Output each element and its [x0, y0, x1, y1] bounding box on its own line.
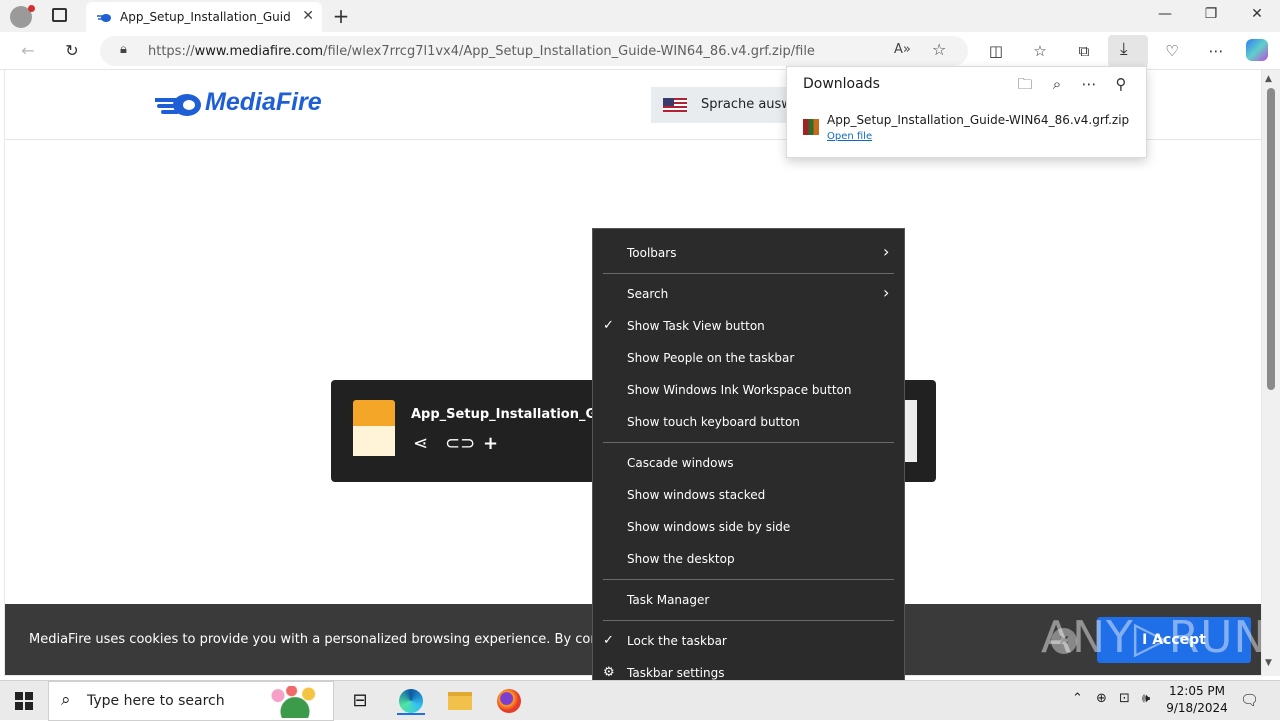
menu-item-search[interactable]: Search [627, 287, 668, 301]
more-downloads-icon[interactable]: ⋯ [1077, 73, 1101, 95]
restore-button[interactable]: ❐ [1188, 6, 1234, 22]
tab-active[interactable]: App_Setup_Installation_Guide-W ✕ [86, 2, 322, 32]
collections-icon[interactable]: ⧉ [1072, 39, 1096, 63]
clock[interactable]: 12:05 PM 9/18/2024 [1162, 683, 1232, 717]
favorite-star-icon[interactable]: ☆ [932, 40, 946, 59]
zip-file-icon [353, 400, 395, 456]
device-icon[interactable]: ⊕ [1096, 691, 1107, 706]
archive-file-icon [803, 119, 819, 135]
new-tab-button[interactable]: + [331, 4, 351, 28]
close-window-button[interactable]: ✕ [1234, 6, 1280, 22]
mediafire-logo-icon[interactable] [155, 92, 203, 118]
downloads-panel: Downloads 🗀︎ ⌕ ⋯ ⚲ App_Setup_Installatio… [786, 66, 1147, 158]
edge-app-icon[interactable] [397, 687, 425, 715]
scroll-up-icon[interactable]: ▲ [1265, 74, 1272, 84]
menu-item-ink-workspace[interactable]: Show Windows Ink Workspace button [627, 383, 851, 397]
menu-item-cascade[interactable]: Cascade windows [627, 456, 734, 470]
menu-item-task-manager[interactable]: Task Manager [627, 593, 709, 607]
split-screen-icon[interactable]: ◫ [984, 39, 1008, 63]
windows-start-icon[interactable] [15, 692, 33, 710]
menu-item-taskbar-settings[interactable]: Taskbar settings [627, 666, 724, 680]
menu-separator [603, 579, 894, 580]
tab-actions-icon[interactable] [52, 8, 67, 22]
show-hidden-icons-icon[interactable]: ⌃ [1072, 691, 1083, 706]
menu-separator [603, 620, 894, 621]
network-icon[interactable]: ⊡ [1119, 691, 1130, 706]
close-tab-icon[interactable]: ✕ [302, 8, 314, 24]
volume-icon[interactable]: 🕪︎ [1142, 691, 1150, 706]
search-placeholder: Type here to search [87, 693, 225, 709]
lock-icon[interactable]: 🔒︎ [120, 42, 127, 57]
share-icon[interactable]: ⋖ [413, 433, 428, 454]
search-highlight-image [261, 686, 329, 718]
submenu-arrow-icon: › [883, 283, 890, 302]
open-file-link[interactable]: Open file [827, 131, 872, 142]
notification-center-icon[interactable]: 🗨︎ [1240, 691, 1259, 709]
checkmark-icon: ✓ [603, 318, 614, 333]
us-flag-icon [663, 98, 687, 112]
menu-item-toolbars[interactable]: Toolbars [627, 246, 676, 260]
url-text: https://www.mediafire.com/file/wlex7rrcg… [148, 44, 815, 59]
anyrun-watermark: ANY▷RUN [1041, 612, 1262, 663]
taskbar-search-box[interactable]: ⌕ Type here to search [48, 681, 334, 721]
taskbar: ⌕ Type here to search ⊟ ⌃ ⊕ ⊡ 🕪︎ 12:05 P… [0, 680, 1280, 721]
firefox-icon[interactable] [495, 687, 523, 715]
menu-separator [603, 442, 894, 443]
taskbar-context-menu: Toolbars › Search › ✓ Show Task View but… [592, 228, 905, 698]
language-selector[interactable]: Sprache auswä [651, 87, 801, 123]
downloads-title: Downloads [803, 76, 880, 92]
menu-separator [603, 273, 894, 274]
checkmark-icon: ✓ [603, 633, 614, 648]
menu-item-show-desktop[interactable]: Show the desktop [627, 552, 735, 566]
menu-item-touch-keyboard[interactable]: Show touch keyboard button [627, 415, 800, 429]
clock-date: 9/18/2024 [1166, 701, 1228, 715]
vertical-scrollbar[interactable]: ▲ ▼ [1262, 70, 1280, 676]
menu-item-side-by-side[interactable]: Show windows side by side [627, 520, 790, 534]
downloads-button[interactable]: ⤓ [1108, 35, 1148, 67]
menu-item-task-view[interactable]: Show Task View button [627, 319, 765, 333]
task-view-icon[interactable]: ⊟ [346, 687, 374, 715]
scroll-thumb[interactable] [1267, 88, 1275, 390]
mediafire-logo[interactable]: MediaFire [205, 88, 322, 117]
copilot-icon[interactable] [1246, 39, 1268, 61]
file-explorer-icon[interactable] [446, 687, 474, 715]
back-button[interactable]: ← [16, 40, 40, 62]
menu-item-lock-taskbar[interactable]: Lock the taskbar [627, 634, 727, 648]
submenu-arrow-icon: › [883, 242, 890, 261]
copy-link-icon[interactable]: ⊂⊃ [445, 433, 475, 454]
tab-bar: App_Setup_Installation_Guide-W ✕ + — ❐ ✕ [0, 0, 1280, 32]
search-icon: ⌕ [61, 690, 71, 710]
download-icon: ⤓ [1120, 39, 1128, 59]
download-button[interactable] [903, 400, 917, 462]
download-file-name[interactable]: App_Setup_Installation_Guide-WIN64_86.v4… [827, 113, 1129, 127]
open-folder-icon[interactable]: 🗀︎ [1013, 73, 1037, 95]
address-bar[interactable]: 🔒︎ https://www.mediafire.com/file/wlex7r… [100, 36, 968, 66]
scroll-down-icon[interactable]: ▼ [1265, 658, 1272, 668]
search-downloads-icon[interactable]: ⌕ [1045, 73, 1069, 95]
add-icon[interactable]: + [483, 433, 498, 454]
mediafire-favicon-icon [97, 14, 111, 22]
refresh-button[interactable]: ↻ [60, 40, 84, 62]
minimize-button[interactable]: — [1142, 6, 1188, 22]
browser-essentials-icon[interactable]: ♡ [1160, 39, 1184, 63]
tab-title: App_Setup_Installation_Guide-W [120, 10, 290, 24]
cookie-text: MediaFire uses cookies to provide you wi… [29, 632, 662, 647]
gear-icon: ⚙ [603, 665, 615, 680]
notification-dot-icon [28, 5, 35, 12]
favorites-icon[interactable]: ☆ [1028, 39, 1052, 63]
menu-item-stacked[interactable]: Show windows stacked [627, 488, 765, 502]
menu-item-people[interactable]: Show People on the taskbar [627, 351, 794, 365]
read-aloud-icon[interactable]: A» [894, 42, 911, 57]
more-options-icon[interactable]: ⋯ [1204, 39, 1228, 63]
clock-time: 12:05 PM [1169, 684, 1225, 698]
pin-icon[interactable]: ⚲ [1109, 73, 1133, 95]
navigation-bar: ← ↻ 🔒︎ https://www.mediafire.com/file/wl… [0, 32, 1280, 70]
